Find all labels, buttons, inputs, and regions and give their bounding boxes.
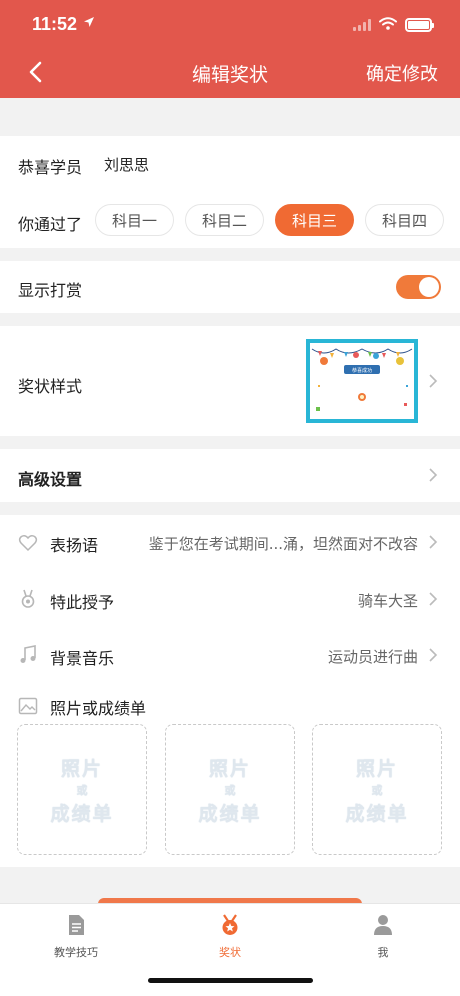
person-icon: [374, 915, 392, 935]
certificate-decoration: 恭喜成功: [311, 348, 413, 411]
music-label: 背景音乐: [50, 649, 115, 668]
home-indicator: [148, 978, 313, 983]
advanced-settings-label: 高级设置: [18, 470, 83, 489]
music-value: 运动员进行曲: [327, 648, 418, 666]
photo-placeholder-top: 照片: [208, 757, 251, 780]
image-icon: [18, 697, 38, 715]
reward-label: 显示打赏: [18, 281, 83, 300]
tab-label: 奖状: [219, 946, 241, 959]
photo-placeholder-top: 照片: [355, 757, 398, 780]
photo-placeholder-bottom: 成绩单: [50, 802, 114, 825]
photo-placeholder-bottom: 成绩单: [345, 802, 409, 825]
battery-icon: [405, 17, 434, 32]
heart-icon: [18, 535, 38, 552]
photo-placeholder-bottom: 成绩单: [198, 802, 262, 825]
tab-teaching-tips[interactable]: 教学技巧: [36, 914, 116, 960]
praise-label: 表扬语: [50, 536, 99, 555]
chevron-right-icon: [429, 468, 438, 482]
medal-icon: [222, 914, 238, 935]
photos-label: 照片或成绩单: [50, 699, 147, 718]
page: 11:52 编辑奖状 确定修改 恭喜学员 刘思思 你通过了 科目一 科目二 科目…: [0, 0, 460, 996]
location-arrow-icon: [83, 16, 95, 32]
award-label: 特此授予: [50, 593, 115, 612]
confirm-edit-button[interactable]: 确定修改: [366, 60, 438, 86]
cert-banner-text: 恭喜成功: [352, 367, 372, 374]
music-note-icon: [20, 645, 36, 663]
praise-value: 鉴于您在考试期间...涌，坦然面对不改容: [148, 535, 418, 553]
chip-subject-3[interactable]: 科目三: [275, 204, 354, 236]
reward-toggle[interactable]: [396, 275, 441, 299]
tab-me[interactable]: 我: [343, 914, 423, 960]
student-label: 恭喜学员: [18, 158, 83, 177]
signal-icon: [353, 18, 371, 31]
chevron-right-icon: [429, 374, 438, 388]
medal-icon: [21, 589, 35, 608]
passed-label: 你通过了: [18, 215, 83, 234]
chip-subject-4[interactable]: 科目四: [365, 204, 444, 236]
photo-placeholder-mid: 或: [224, 783, 236, 797]
photo-upload-slot-1[interactable]: 照片 或 成绩单: [17, 724, 147, 855]
tab-label: 教学技巧: [54, 946, 98, 959]
photo-placeholder-top: 照片: [60, 757, 103, 780]
status-time: 11:52: [32, 14, 78, 34]
document-icon: [69, 915, 84, 935]
chevron-right-icon: [429, 592, 438, 606]
chip-subject-1[interactable]: 科目一: [95, 204, 174, 236]
student-name: 刘思思: [104, 156, 150, 174]
photo-placeholder-mid: 或: [76, 783, 88, 797]
chevron-right-icon: [429, 535, 438, 549]
status-indicators: [353, 15, 434, 34]
photo-placeholder-mid: 或: [371, 783, 383, 797]
certificate-thumbnail[interactable]: 恭喜成功: [306, 339, 418, 423]
tab-label: 我: [377, 946, 389, 959]
chevron-right-icon: [429, 648, 438, 662]
photo-upload-slot-2[interactable]: 照片 或 成绩单: [165, 724, 295, 855]
cert-style-label: 奖状样式: [18, 377, 83, 396]
tab-certificate[interactable]: 奖状: [190, 914, 270, 960]
nav-header: 11:52 编辑奖状 确定修改: [0, 0, 460, 98]
award-value: 骑车大圣: [357, 592, 418, 610]
wifi-icon: [379, 15, 397, 34]
photo-upload-slot-3[interactable]: 照片 或 成绩单: [312, 724, 442, 855]
chip-subject-2[interactable]: 科目二: [185, 204, 264, 236]
